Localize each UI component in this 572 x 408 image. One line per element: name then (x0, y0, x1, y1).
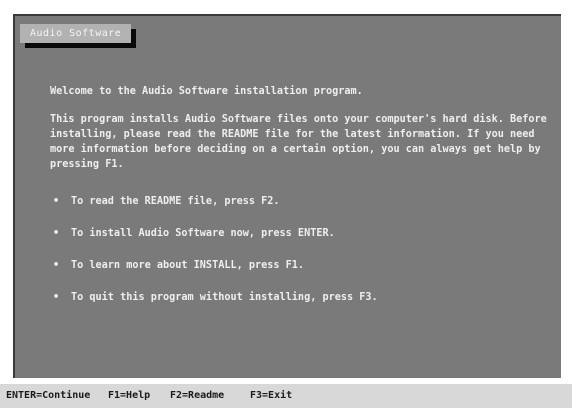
content-area: Welcome to the Audio Software installati… (50, 84, 550, 322)
option-learn-install[interactable]: • To learn more about INSTALL, press F1. (50, 258, 550, 273)
option-label: To learn more about INSTALL, press F1. (71, 260, 305, 271)
bullet-icon: • (53, 292, 60, 303)
installer-screen: Audio Software Welcome to the Audio Soft… (0, 0, 572, 408)
bullet-icon: • (53, 196, 60, 207)
status-continue-key[interactable]: ENTER=Continue (6, 386, 90, 406)
option-label: To read the README file, press F2. (71, 196, 280, 207)
window-title: Audio Software (20, 24, 132, 43)
option-label: To install Audio Software now, press ENT… (71, 228, 335, 239)
option-label: To quit this program without installing,… (71, 292, 378, 303)
bullet-icon: • (53, 260, 60, 271)
status-bar: ENTER=Continue F1=Help F2=Readme F3=Exit (0, 384, 572, 408)
status-exit-key[interactable]: F3=Exit (250, 386, 292, 406)
option-quit[interactable]: • To quit this program without installin… (50, 290, 550, 305)
status-help-key[interactable]: F1=Help (108, 386, 150, 406)
welcome-text: Welcome to the Audio Software installati… (50, 86, 363, 97)
option-install-now[interactable]: • To install Audio Software now, press E… (50, 226, 550, 241)
bullet-icon: • (53, 228, 60, 239)
status-readme-key[interactable]: F2=Readme (170, 386, 224, 406)
description-text: This program installs Audio Software fil… (50, 114, 547, 170)
option-read-readme[interactable]: • To read the README file, press F2. (50, 194, 550, 209)
